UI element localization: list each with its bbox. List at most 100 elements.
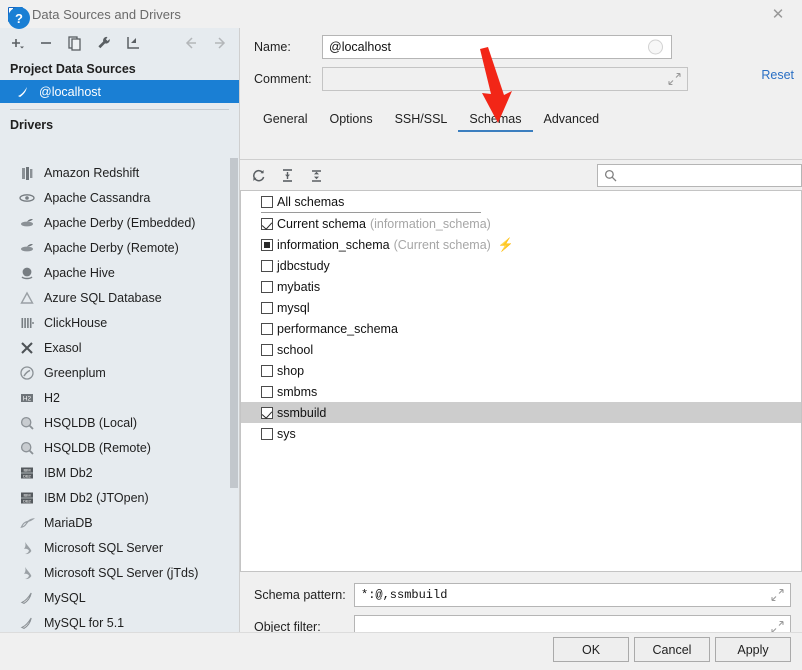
schema-row-label: mybatis — [277, 279, 321, 294]
schema-row[interactable]: school — [241, 339, 801, 360]
sidebar-scrollbar[interactable] — [230, 158, 238, 488]
driver-list-item[interactable]: Microsoft SQL Server (jTds) — [0, 560, 240, 585]
schema-row[interactable]: information_schema (Current schema) ⚡ — [241, 234, 801, 255]
driver-list-item[interactable]: MariaDB — [0, 510, 240, 535]
import-data-source-button[interactable] — [124, 34, 142, 52]
driver-list-item[interactable]: IBM DB2 IBM Db2 — [0, 460, 240, 485]
drivers-list[interactable]: Amazon Redshift Apache Cassandra Apache De… — [0, 160, 240, 632]
duplicate-data-source-button[interactable] — [66, 34, 84, 52]
help-button[interactable]: ? — [8, 7, 30, 29]
name-field-row: Name: @localhost — [240, 34, 802, 60]
navigate-back-button[interactable] — [180, 34, 200, 52]
schema-row[interactable]: mysql — [241, 297, 801, 318]
name-input[interactable]: @localhost — [322, 35, 672, 59]
driver-list-item[interactable]: Greenplum — [0, 360, 240, 385]
cancel-button[interactable]: Cancel — [634, 637, 710, 662]
schema-checkbox[interactable] — [261, 217, 273, 230]
schema-row-label: performance_schema — [277, 321, 398, 336]
schema-row[interactable]: ssmbuild — [241, 402, 801, 423]
schema-checkbox[interactable] — [261, 195, 273, 208]
introspection-bolt-icon: ⚡ — [497, 236, 514, 252]
schema-row[interactable]: Current schema (information_schema) — [241, 213, 801, 234]
schema-checkbox[interactable] — [261, 385, 273, 398]
schema-checkbox[interactable] — [261, 280, 273, 293]
derby-icon — [18, 239, 35, 256]
color-swatch-icon[interactable] — [648, 39, 663, 55]
schema-checkbox[interactable] — [261, 343, 273, 356]
ok-button[interactable]: OK — [553, 637, 629, 662]
remove-data-source-button[interactable] — [37, 34, 55, 52]
reset-link[interactable]: Reset — [761, 68, 794, 82]
driver-list-item[interactable]: ClickHouse — [0, 310, 240, 335]
schema-filters: Schema pattern: *:@,ssmbuild Object filt… — [240, 580, 802, 640]
driver-list-item[interactable]: HSQLDB (Remote) — [0, 435, 240, 460]
driver-list-item[interactable]: Amazon Redshift — [0, 160, 240, 185]
hive-icon — [18, 264, 35, 281]
schema-row[interactable]: jdbcstudy — [241, 255, 801, 276]
schema-row[interactable]: performance_schema — [241, 318, 801, 339]
tab-schemas[interactable]: Schemas — [458, 106, 533, 132]
driver-list-item[interactable]: Exasol — [0, 335, 240, 360]
driver-list-item[interactable]: Apache Derby (Remote) — [0, 235, 240, 260]
details-tabs[interactable]: General Options SSH/SSL Schemas Advanced — [240, 104, 802, 132]
tab-advanced[interactable]: Advanced — [533, 106, 611, 132]
schema-row-note: (Current schema) — [393, 237, 491, 252]
schema-row[interactable]: shop — [241, 360, 801, 381]
hsqldb-icon — [18, 439, 35, 456]
comment-input[interactable] — [322, 67, 688, 91]
schema-row[interactable]: sys — [241, 423, 801, 444]
schema-row-label: smbms — [277, 384, 318, 399]
tab-general[interactable]: General — [252, 106, 318, 132]
schema-checkbox[interactable] — [261, 364, 273, 377]
refresh-schemas-icon[interactable] — [250, 167, 267, 184]
schema-search-input[interactable] — [597, 164, 802, 187]
schemas-toolbar — [240, 160, 802, 190]
schema-checkbox[interactable] — [261, 301, 273, 314]
driver-list-item[interactable]: H2 H2 — [0, 385, 240, 410]
schema-row[interactable]: smbms — [241, 381, 801, 402]
derby-icon — [18, 214, 35, 231]
expand-editor-icon[interactable] — [668, 72, 681, 86]
apply-button[interactable]: Apply — [715, 637, 791, 662]
greenplum-icon — [18, 364, 35, 381]
expand-editor-icon[interactable] — [771, 588, 784, 602]
schema-row[interactable]: mybatis — [241, 276, 801, 297]
driver-list-item[interactable]: Azure SQL Database — [0, 285, 240, 310]
mariadb-icon — [18, 514, 35, 531]
driver-list-item[interactable]: Apache Hive — [0, 260, 240, 285]
driver-list-item[interactable]: Apache Derby (Embedded) — [0, 210, 240, 235]
driver-list-item[interactable]: Apache Cassandra — [0, 185, 240, 210]
navigate-forward-button[interactable] — [211, 34, 231, 52]
schema-checkbox[interactable] — [261, 406, 273, 419]
driver-list-item[interactable]: IBM DB2 IBM Db2 (JTOpen) — [0, 485, 240, 510]
svg-text:IBM: IBM — [23, 492, 30, 497]
tab-options[interactable]: Options — [318, 106, 383, 132]
collapse-all-icon[interactable] — [308, 167, 325, 184]
sidebar-item-localhost[interactable]: @localhost — [0, 80, 239, 103]
schema-checkbox[interactable] — [261, 259, 273, 272]
schema-checkbox[interactable] — [261, 322, 273, 335]
driver-list-item-label: HSQLDB (Remote) — [44, 440, 151, 455]
driver-list-item[interactable]: MySQL for 5.1 — [0, 610, 240, 632]
name-label: Name: — [254, 40, 291, 54]
schema-checkbox[interactable] — [261, 427, 273, 440]
schema-pattern-input[interactable]: *:@,ssmbuild — [354, 583, 791, 607]
driver-list-item-label: Apache Cassandra — [44, 190, 151, 205]
expand-all-icon[interactable] — [279, 167, 296, 184]
driver-list-item-label: ClickHouse — [44, 315, 108, 330]
schema-row-label: mysql — [277, 300, 310, 315]
add-data-source-button[interactable] — [8, 34, 26, 52]
driver-list-item[interactable]: Microsoft SQL Server — [0, 535, 240, 560]
mysql-icon — [18, 589, 35, 606]
schema-row[interactable]: All schemas — [241, 191, 801, 212]
driver-list-item-label: IBM Db2 — [44, 465, 93, 480]
driver-list-item[interactable]: HSQLDB (Local) — [0, 410, 240, 435]
title-bar: Data Sources and Drivers ✕ — [0, 0, 802, 28]
driver-list-item[interactable]: MySQL — [0, 585, 240, 610]
schemas-list[interactable]: All schemas Current schema (information_sc… — [240, 190, 802, 572]
tab-ssh-ssl[interactable]: SSH/SSL — [384, 106, 459, 132]
close-icon[interactable]: ✕ — [754, 0, 802, 28]
mysql-icon — [18, 614, 35, 631]
schema-checkbox[interactable] — [261, 238, 273, 251]
properties-wrench-button[interactable] — [95, 34, 113, 52]
